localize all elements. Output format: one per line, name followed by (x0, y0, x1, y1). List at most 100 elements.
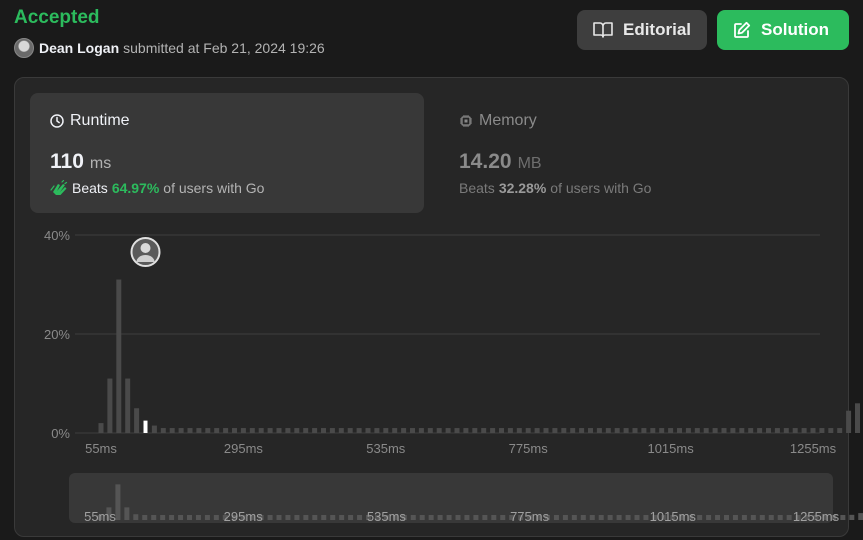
mini-bar (759, 515, 765, 520)
bar[interactable] (774, 428, 780, 433)
mini-bar (276, 515, 282, 520)
bar[interactable] (570, 428, 576, 433)
bar[interactable] (659, 428, 665, 433)
bar[interactable] (712, 428, 718, 433)
bar[interactable] (632, 428, 638, 433)
bar[interactable] (356, 428, 362, 433)
mini-bar (348, 515, 354, 520)
bar[interactable] (552, 428, 558, 433)
mini-bar (339, 515, 345, 520)
bar[interactable] (472, 428, 478, 433)
bar[interactable] (668, 428, 674, 433)
bar[interactable] (703, 428, 709, 433)
bar[interactable] (525, 428, 531, 433)
mini-bar (213, 515, 219, 520)
bar[interactable] (685, 428, 691, 433)
bar[interactable] (730, 428, 736, 433)
mini-bar (625, 515, 631, 520)
bar[interactable] (561, 428, 567, 433)
bar[interactable] (694, 428, 700, 433)
bar[interactable] (588, 428, 593, 433)
bar[interactable] (276, 428, 282, 433)
bar[interactable] (285, 428, 291, 433)
mini-bar (777, 515, 783, 520)
bar[interactable] (739, 428, 745, 433)
bar[interactable] (160, 428, 166, 433)
bar[interactable] (178, 428, 184, 433)
bar[interactable] (107, 378, 113, 433)
bar[interactable] (605, 428, 611, 433)
bar[interactable] (223, 428, 229, 433)
bar[interactable] (329, 428, 335, 433)
bar[interactable] (365, 428, 371, 433)
bar[interactable] (534, 428, 540, 433)
bar[interactable] (134, 408, 140, 433)
bar[interactable] (614, 428, 620, 433)
bar[interactable] (205, 428, 211, 433)
bar[interactable] (383, 428, 389, 433)
bar[interactable] (240, 428, 246, 433)
mini-x-tick-label: 1255ms (793, 509, 840, 524)
bar[interactable] (169, 428, 175, 433)
bar[interactable] (410, 428, 415, 433)
bar[interactable] (214, 428, 220, 433)
bar[interactable] (125, 378, 131, 433)
bar[interactable] (721, 428, 727, 433)
bar[interactable] (748, 428, 754, 433)
bar[interactable] (596, 428, 602, 433)
mini-bar (428, 515, 434, 520)
bar[interactable] (828, 428, 834, 433)
bar[interactable] (543, 428, 549, 433)
bar[interactable] (801, 428, 807, 433)
bar[interactable] (312, 428, 318, 433)
bar[interactable] (392, 428, 398, 433)
bar[interactable] (463, 428, 469, 433)
bar[interactable] (454, 428, 460, 433)
bar[interactable] (846, 410, 852, 433)
bar[interactable] (855, 403, 860, 433)
bar[interactable] (837, 428, 843, 433)
bar[interactable] (436, 428, 442, 433)
bar[interactable] (757, 428, 763, 433)
bar[interactable] (819, 428, 825, 433)
x-tick-label: 775ms (509, 441, 549, 456)
bar[interactable] (151, 425, 157, 433)
bar[interactable] (677, 428, 682, 433)
bar[interactable] (490, 428, 496, 433)
bar[interactable] (294, 428, 300, 433)
bar[interactable] (792, 428, 798, 433)
bar[interactable] (116, 279, 122, 433)
bar[interactable] (766, 428, 771, 433)
bar[interactable] (401, 428, 407, 433)
bar[interactable] (338, 428, 344, 433)
mini-bar (446, 515, 452, 520)
bar[interactable] (321, 428, 326, 433)
mini-bar (124, 507, 130, 520)
bar[interactable] (258, 428, 264, 433)
bar[interactable] (249, 428, 255, 433)
bar[interactable] (418, 428, 424, 433)
bar[interactable] (427, 428, 433, 433)
bar[interactable] (98, 423, 104, 433)
bar[interactable] (481, 428, 487, 433)
bar[interactable] (499, 428, 504, 433)
bar[interactable] (267, 428, 273, 433)
bar[interactable] (196, 428, 202, 433)
bar[interactable] (232, 428, 237, 433)
bar[interactable] (623, 428, 629, 433)
bar[interactable] (374, 428, 380, 433)
bar[interactable] (507, 428, 513, 433)
mini-bar (643, 515, 649, 520)
bar[interactable] (641, 428, 647, 433)
bar[interactable] (650, 428, 656, 433)
bar[interactable] (303, 428, 309, 433)
highlight-bar[interactable] (143, 420, 148, 433)
bar[interactable] (347, 428, 353, 433)
bar[interactable] (187, 428, 193, 433)
bar[interactable] (516, 428, 522, 433)
bar[interactable] (445, 428, 451, 433)
bar[interactable] (783, 428, 789, 433)
bar[interactable] (579, 428, 585, 433)
bar[interactable] (810, 428, 816, 433)
mini-bar (580, 515, 586, 520)
